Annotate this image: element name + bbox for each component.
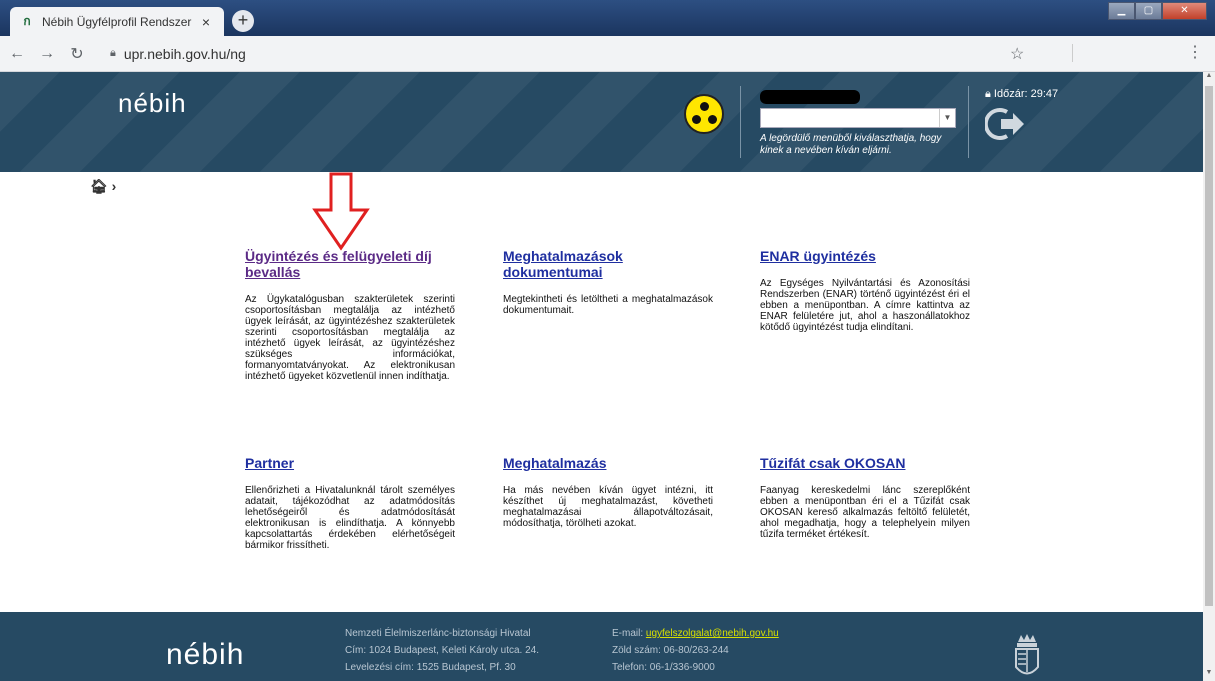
breadcrumb: 🏠︎ › [90, 178, 116, 195]
browser-toolbar: ← → ↻ 🔒︎ upr.nebih.gov.hu/ng [0, 36, 1215, 72]
footer-phone: Telefon: 06-1/336-9000 [612, 662, 715, 673]
scroll-thumb[interactable] [1205, 86, 1213, 606]
select-hint-text: A legördülő menüből kiválaszthatja, hogy… [760, 133, 942, 156]
hungarian-crest-icon [1015, 634, 1039, 675]
representation-select[interactable]: ▼ [760, 108, 956, 128]
header-divider [740, 86, 741, 158]
footer-street: Cím: 1024 Budapest, Keleti Károly utca. … [345, 645, 539, 656]
scroll-up-icon[interactable]: ▲ [1203, 72, 1215, 84]
site-header: nébih ▼ A legördülő menüből kiválaszthat… [0, 72, 1203, 172]
logout-icon[interactable] [985, 106, 1025, 142]
toolbar-divider [1072, 44, 1073, 62]
session-timer: 🔒︎ Időzár: 29:47 [985, 88, 1059, 100]
footer-email-line: E-mail: ugyfelszolgalat@nebih.gov.hu [612, 628, 779, 639]
footer-email-link[interactable]: ugyfelszolgalat@nebih.gov.hu [646, 628, 779, 639]
card-title-link[interactable]: Meghatalmazás [503, 455, 713, 471]
lock-icon: 🔒︎ [110, 47, 116, 59]
footer-postal: Levelezési cím: 1525 Budapest, Pf. 30 [345, 662, 516, 673]
card-enar: ENAR ügyintézés Az Egységes Nyilvántartá… [760, 248, 970, 333]
maximize-icon[interactable]: ▢ [1135, 2, 1162, 20]
card-title-link[interactable]: Tűzifát csak OKOSAN [760, 455, 970, 471]
tab-close-icon[interactable]: × [198, 14, 214, 30]
card-tuzifa: Tűzifát csak OKOSAN Faanyag kereskedelmi… [760, 455, 970, 540]
redacted-user-name [760, 90, 860, 104]
address-bar[interactable]: 🔒︎ upr.nebih.gov.hu/ng [98, 39, 1138, 68]
footer-logo[interactable]: nébih [166, 638, 244, 672]
minimize-icon[interactable]: ▁ [1108, 2, 1135, 20]
chevron-down-icon: ▼ [939, 109, 955, 127]
url-text: upr.nebih.gov.hu/ng [123, 45, 246, 62]
browser-titlebar: ก Nébih Ügyfélprofil Rendszer × + ▁ ▢ ✕ [0, 0, 1215, 36]
card-description: Az Egységes Nyilvántartási és Azonosítás… [760, 278, 970, 333]
card-description: Faanyag kereskedelmi lánc szereplőként e… [760, 485, 970, 540]
card-title-link[interactable]: Ügyintézés és felügyeleti díj bevallás [245, 248, 455, 280]
footer-contact: E-mail: ugyfelszolgalat@nebih.gov.hu Zöl… [612, 625, 779, 676]
footer-green-number: Zöld szám: 06-80/263-244 [612, 645, 729, 656]
site-footer: nébih Nemzeti Élelmiszerlánc-biztonsági … [0, 612, 1203, 681]
page-scrollbar[interactable]: ▲ ▼ [1203, 72, 1215, 681]
home-icon[interactable]: 🏠︎ [90, 178, 108, 194]
accessibility-icon[interactable] [684, 94, 724, 134]
chevron-right-icon: › [111, 178, 117, 194]
card-meghatalmazasok-dokumentumai: Meghatalmazások dokumentumai Megtekinthe… [503, 248, 713, 316]
card-partner: Partner Ellenőrizheti a Hivatalunknál tá… [245, 455, 455, 551]
new-tab-button[interactable]: + [232, 10, 254, 32]
browser-menu-icon[interactable]: ⋮ [1187, 42, 1203, 62]
annotation-arrow-icon [312, 172, 370, 251]
window-close-icon[interactable]: ✕ [1162, 2, 1207, 20]
browser-tab[interactable]: ก Nébih Ügyfélprofil Rendszer × [10, 7, 224, 36]
card-description: Ellenőrizheti a Hivatalunknál tárolt sze… [245, 485, 455, 551]
card-ugyintezes: Ügyintézés és felügyeleti díj bevallás A… [245, 248, 455, 382]
bookmark-star-icon[interactable]: ☆ [1010, 44, 1024, 64]
scroll-down-icon[interactable]: ▼ [1203, 669, 1215, 681]
header-divider-2 [968, 86, 969, 158]
card-title-link[interactable]: ENAR ügyintézés [760, 248, 970, 264]
site-favicon-icon: ก [23, 14, 31, 28]
card-description: Ha más nevében kíván ügyet intézni, itt … [503, 485, 713, 529]
footer-org: Nemzeti Élelmiszerlánc-biztonsági Hivata… [345, 628, 531, 639]
card-meghatalmazas: Meghatalmazás Ha más nevében kíván ügyet… [503, 455, 713, 529]
card-description: Megtekintheti és letöltheti a meghatalma… [503, 294, 713, 316]
footer-address: Nemzeti Élelmiszerlánc-biztonsági Hivata… [345, 625, 539, 676]
forward-arrow-icon[interactable]: → [34, 45, 60, 63]
back-arrow-icon[interactable]: ← [4, 45, 30, 63]
nebih-logo[interactable]: nébih [118, 88, 187, 119]
window-controls: ▁ ▢ ✕ [1108, 2, 1207, 20]
tab-title: Nébih Ügyfélprofil Rendszer [42, 14, 192, 29]
card-description: Az Ügykatalógusban szakterületek szerint… [245, 294, 455, 382]
card-title-link[interactable]: Meghatalmazások dokumentumai [503, 248, 713, 280]
reload-icon[interactable]: ↻ [64, 44, 90, 64]
card-title-link[interactable]: Partner [245, 455, 455, 471]
